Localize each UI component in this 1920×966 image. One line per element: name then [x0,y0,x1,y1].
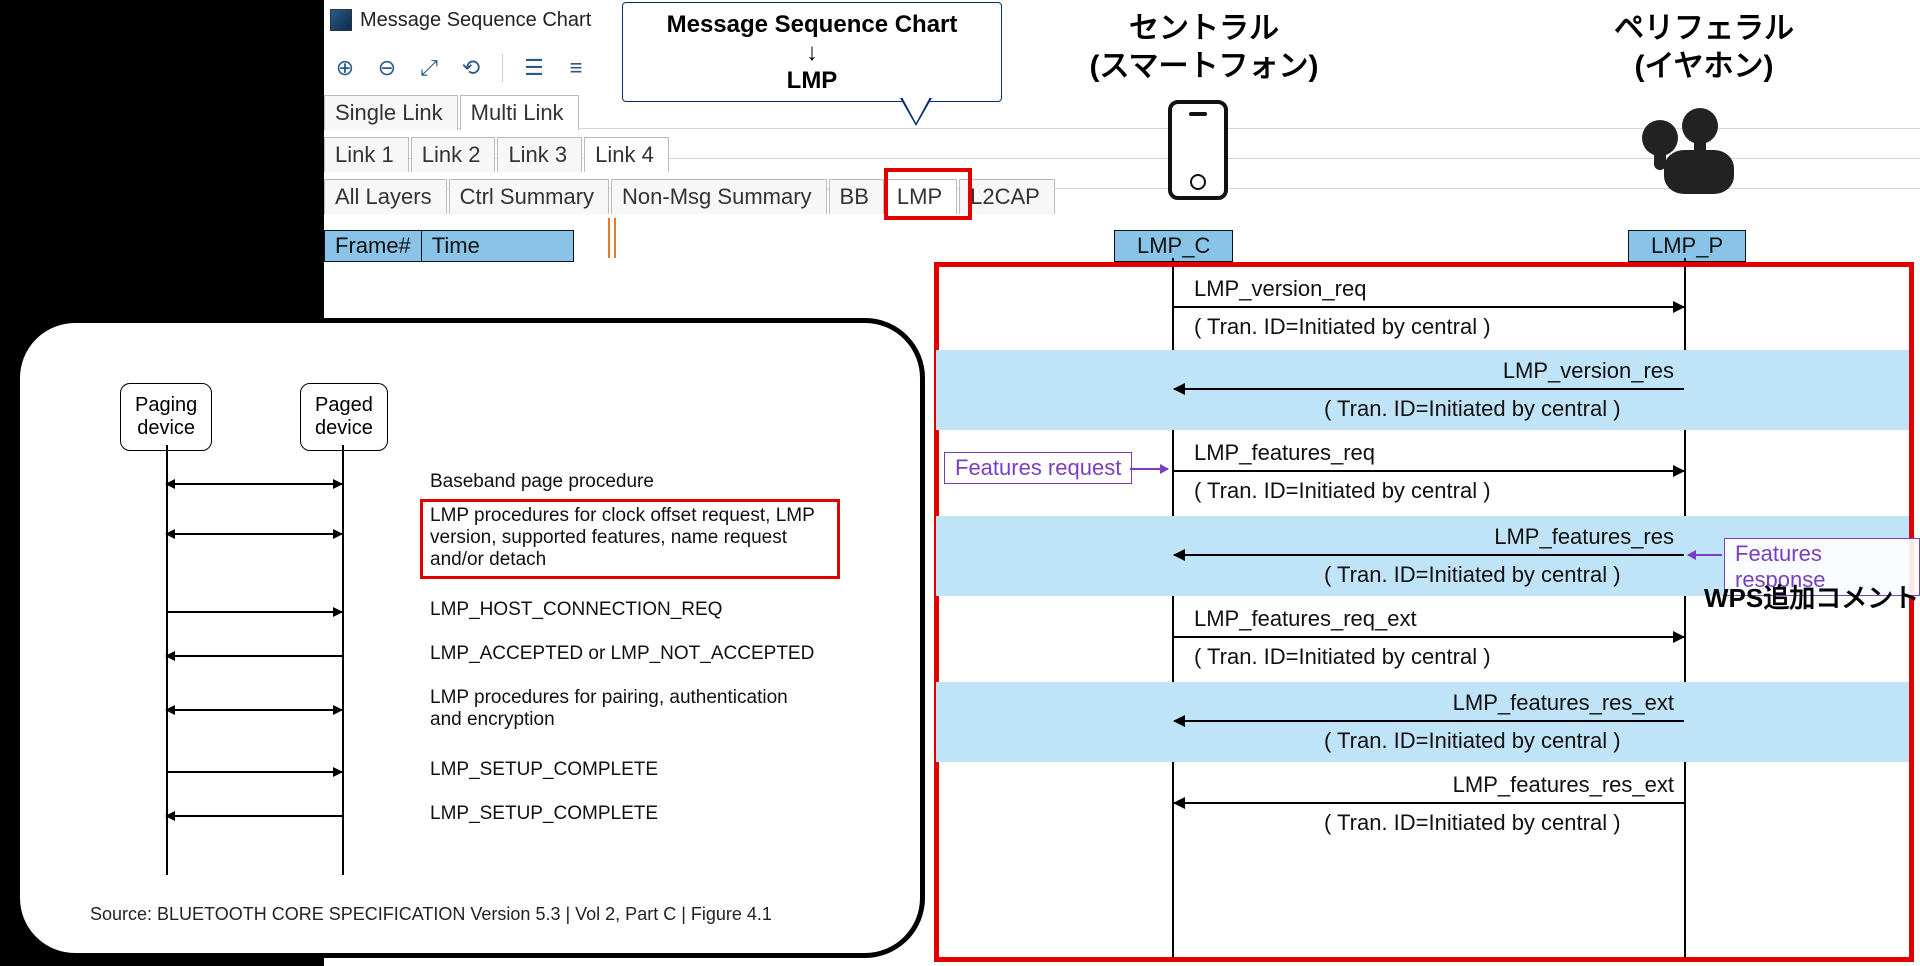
zoom-out-icon[interactable]: ⊖ [372,53,402,83]
spec-arrow-6 [166,815,342,817]
spec-row-3: LMP_ACCEPTED or LMP_NOT_ACCEPTED [430,643,814,665]
anno-features-res-arrow [1688,554,1722,556]
arrow-0 [1174,306,1684,308]
tabrow-layers: All Layers Ctrl Summary Non-Msg Summary … [324,176,1057,214]
tab-link1[interactable]: Link 1 [324,137,409,172]
spec-row-4: LMP procedures for pairing, authenticati… [430,687,810,731]
arrow-1 [1174,388,1684,390]
tab-link3[interactable]: Link 3 [497,137,582,172]
msg-0-sub: ( Tran. ID=Initiated by central ) [1194,314,1491,340]
msg-5: LMP_features_res_ext [1384,690,1674,716]
callout-line2: ↓ [641,39,983,67]
smartphone-icon [1168,100,1228,200]
spec-row-1-highlight [420,499,840,579]
paging-device-box: Paging device [120,383,212,451]
msg-1-sub: ( Tran. ID=Initiated by central ) [1324,396,1621,422]
spec-row-2: LMP_HOST_CONNECTION_REQ [430,599,722,621]
tab-lmp[interactable]: LMP [886,179,957,214]
msg-5-sub: ( Tran. ID=Initiated by central ) [1324,728,1621,754]
col-lmp-p: LMP_P [1628,230,1746,262]
spec-row-5: LMP_SETUP_COMPLETE [430,759,658,781]
tab-ctrl-summary[interactable]: Ctrl Summary [449,179,609,214]
marker-1 [608,218,610,258]
app-icon [330,9,352,31]
tabrow-links: Link 1 Link 2 Link 3 Link 4 [324,134,671,172]
msg-6-sub: ( Tran. ID=Initiated by central ) [1324,810,1621,836]
arrow-4 [1174,636,1684,638]
spec-arrow-3 [166,655,342,657]
callout-line3: LMP [641,67,983,95]
toolbar-separator [502,54,503,82]
tab-l2cap[interactable]: L2CAP [959,179,1055,214]
spec-life-paged [342,445,344,875]
zoom-fit-icon[interactable]: ⤢ [414,53,444,83]
titlebar: Message Sequence Chart [324,5,591,35]
msg-0: LMP_version_req [1194,276,1366,302]
spec-arrow-4 [166,709,342,711]
anno-features-req-arrow [1130,468,1168,470]
tab-bb[interactable]: BB [829,179,884,214]
window-title: Message Sequence Chart [360,9,591,32]
arrow-2 [1174,470,1684,472]
marker-2 [614,218,616,258]
col-time: Time [422,231,573,261]
peripheral-label: ペリフェラル (イヤホン) [1554,10,1854,85]
anno-features-req: Features request [944,452,1132,484]
tab-non-msg-summary[interactable]: Non-Msg Summary [611,179,826,214]
col-frame: Frame# [325,231,422,261]
spec-arrow-1 [166,533,342,535]
arrow-5 [1174,720,1684,722]
list-icon[interactable]: ≡ [561,53,591,83]
indent-icon[interactable]: ☰ [519,53,549,83]
spec-row-0: Baseband page procedure [430,471,654,493]
spec-arrow-5 [166,771,342,773]
earbud-case-icon [1664,150,1734,194]
msg-3: LMP_features_res [1404,524,1674,550]
arrow-6 [1174,802,1684,804]
callout-bubble: Message Sequence Chart ↓ LMP [622,2,1002,102]
msg-6: LMP_features_res_ext [1384,772,1674,798]
earbud-right-icon [1682,108,1718,144]
paged-device-box: Paged device [300,383,388,451]
tab-all-layers[interactable]: All Layers [324,179,447,214]
tab-multi-link[interactable]: Multi Link [460,95,579,130]
spec-row-6: LMP_SETUP_COMPLETE [430,803,658,825]
arrow-3 [1174,554,1684,556]
toolbar: ⊕ ⊖ ⤢ ⟲ ☰ ≡ [324,48,591,88]
callout-line1: Message Sequence Chart [641,11,983,39]
wps-comment: WPS追加コメント [1704,578,1919,615]
spec-panel: Paging device Paged device Baseband page… [15,318,925,958]
zoom-in-icon[interactable]: ⊕ [330,53,360,83]
tab-link2[interactable]: Link 2 [411,137,496,172]
spec-source: Source: BLUETOOTH CORE SPECIFICATION Ver… [90,904,772,925]
msg-3-sub: ( Tran. ID=Initiated by central ) [1324,562,1621,588]
frame-header: Frame# Time [324,230,574,262]
earbud-left-icon [1642,120,1678,156]
spec-arrow-2 [166,611,342,613]
msg-1: LMP_version_res [1404,358,1674,384]
tabrow-link-mode: Single Link Multi Link [324,92,581,130]
tab-single-link[interactable]: Single Link [324,95,458,130]
msg-4-sub: ( Tran. ID=Initiated by central ) [1194,644,1491,670]
tab-link4[interactable]: Link 4 [584,137,669,172]
spec-arrow-0 [166,483,342,485]
msg-2-sub: ( Tran. ID=Initiated by central ) [1194,478,1491,504]
msg-4: LMP_features_req_ext [1194,606,1417,632]
msg-2: LMP_features_req [1194,440,1375,466]
central-label: セントラル (スマートフォン) [1044,10,1364,85]
callout-tail [900,98,932,126]
zoom-reset-icon[interactable]: ⟲ [456,53,486,83]
